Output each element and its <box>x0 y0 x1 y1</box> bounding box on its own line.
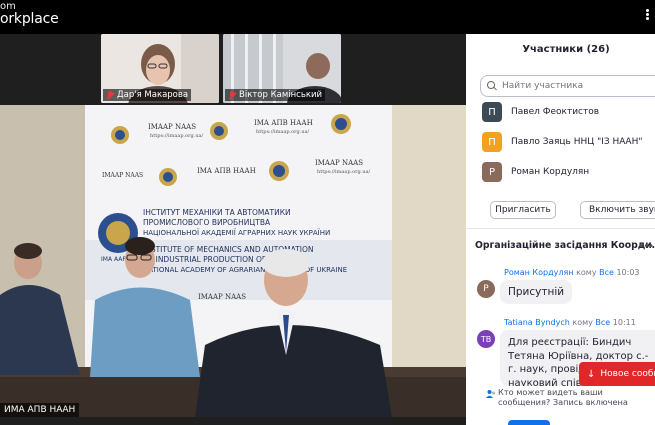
top-bar: om orkplace <box>0 0 655 34</box>
participant-name: Павло Заяць ННЦ "ІЗ НААН" <box>511 137 643 147</box>
message-bubble: Присутній <box>500 280 572 304</box>
participant-name: Віктор Камінський <box>239 90 323 100</box>
wall-text: IMA АПВ НААН <box>254 119 313 127</box>
wall-text: https://imaap.org.ua/ <box>256 129 310 135</box>
wall-text: IMAAP NAAS <box>102 172 143 179</box>
video-area: Дар'я Макарова Віктор Камінський IMAAP N… <box>0 34 466 425</box>
message-header: Tatiana Byndych кому Все 10:11 <box>504 318 636 327</box>
participant-video-thumb[interactable]: Віктор Камінський <box>223 34 341 103</box>
message-time: 10:11 <box>612 318 636 327</box>
participant-item[interactable]: П Павло Заяць ННЦ "ІЗ НААН" <box>482 131 643 153</box>
wall-text: IMAAP NAAS <box>315 159 363 167</box>
participant-name: Дар'я Макарова <box>117 90 189 100</box>
more-options-icon[interactable] <box>641 8 653 22</box>
search-icon <box>487 81 497 91</box>
chat-title: Організаційне засідання Коорди… <box>475 240 655 251</box>
message-time: 10:03 <box>616 268 640 277</box>
panel-divider <box>466 228 655 229</box>
participant-name: Павел Феоктистов <box>511 107 600 117</box>
conference-room-image: IMAAP NAAS https://imaap.org.ua/ IMA АПВ… <box>0 105 466 417</box>
chat-send-button[interactable] <box>508 420 550 425</box>
message-recipient[interactable]: Все <box>599 268 614 277</box>
avatar: П <box>482 102 502 122</box>
muted-mic-icon <box>228 90 236 100</box>
participant-name-label: Віктор Камінський <box>225 89 326 101</box>
participant-name: Роман Кордулян <box>511 167 590 177</box>
chat-more-icon[interactable]: ••• <box>638 241 654 252</box>
participant-name-label: Дар'я Макарова <box>103 89 192 101</box>
main-speaker-video[interactable]: IMAAP NAAS https://imaap.org.ua/ IMA АПВ… <box>0 105 466 417</box>
wall-text: https://imaap.org.ua/ <box>317 169 371 175</box>
message-sender[interactable]: Tatiana Byndych <box>504 318 570 327</box>
wall-text: NATIONAL ACADEMY OF AGRARIAN SCIENCES OF… <box>143 266 347 274</box>
muted-mic-icon <box>106 90 114 100</box>
participants-chat-panel: Участники (26) Найти участника П Павел Ф… <box>466 34 655 425</box>
message-sender[interactable]: Роман Кордулян <box>504 268 574 277</box>
wall-text: IMA АПВ НААН <box>197 167 256 175</box>
participant-item[interactable]: Р Роман Кордулян <box>482 161 589 183</box>
participant-item[interactable]: П Павел Феоктистов <box>482 101 599 123</box>
new-message-button[interactable]: ↓ Новое сообщение <box>579 362 655 386</box>
message-recipient[interactable]: Все <box>595 318 610 327</box>
wall-text: https://imaap.org.ua/ <box>150 133 204 139</box>
message-header: Роман Кордулян кому Все 10:03 <box>504 268 640 277</box>
avatar: Р <box>482 162 502 182</box>
avatar: П <box>482 132 502 152</box>
avatar: TB <box>477 330 495 348</box>
participants-title: Участники (26) <box>522 44 610 55</box>
wall-text: ІНСТИТУТ МЕХАНІКИ ТА АВТОМАТИКИ <box>143 208 291 217</box>
wall-text: ПРОМИСЛОВОГО ВИРОБНИЦТВА <box>143 218 271 227</box>
wall-text: IMAAP NAAS <box>198 293 246 301</box>
new-message-label: Новое сообщение <box>600 369 655 379</box>
participant-search[interactable]: Найти участника <box>480 75 655 97</box>
brand-logo: orkplace <box>0 11 59 27</box>
chat-visibility-info[interactable]: Кто может видеть ваши сообщения? Запись … <box>486 387 655 407</box>
main-speaker-label: ИМА АПВ НААН <box>0 403 80 417</box>
wall-text: НАЦІОНАЛЬНОЇ АКАДЕМІЇ АГРАРНИХ НАУК УКРА… <box>143 228 330 237</box>
wall-text: IMAAP NAAS <box>148 123 196 131</box>
search-input[interactable]: Найти участника <box>502 81 583 91</box>
avatar: Р <box>477 280 495 298</box>
wall-text: IMA AAP <box>101 256 126 263</box>
zoom-window: om orkplace Дар'я Макарова Віктор Камінс… <box>0 0 655 425</box>
message-to-word: кому <box>576 268 597 277</box>
participant-video-thumb[interactable]: Дар'я Макарова <box>101 34 219 103</box>
message-to-word: кому <box>572 318 593 327</box>
arrow-down-icon: ↓ <box>587 368 596 380</box>
invite-button[interactable]: Пригласить <box>490 201 556 219</box>
unmute-all-button[interactable]: Включить звук всем <box>580 201 655 219</box>
